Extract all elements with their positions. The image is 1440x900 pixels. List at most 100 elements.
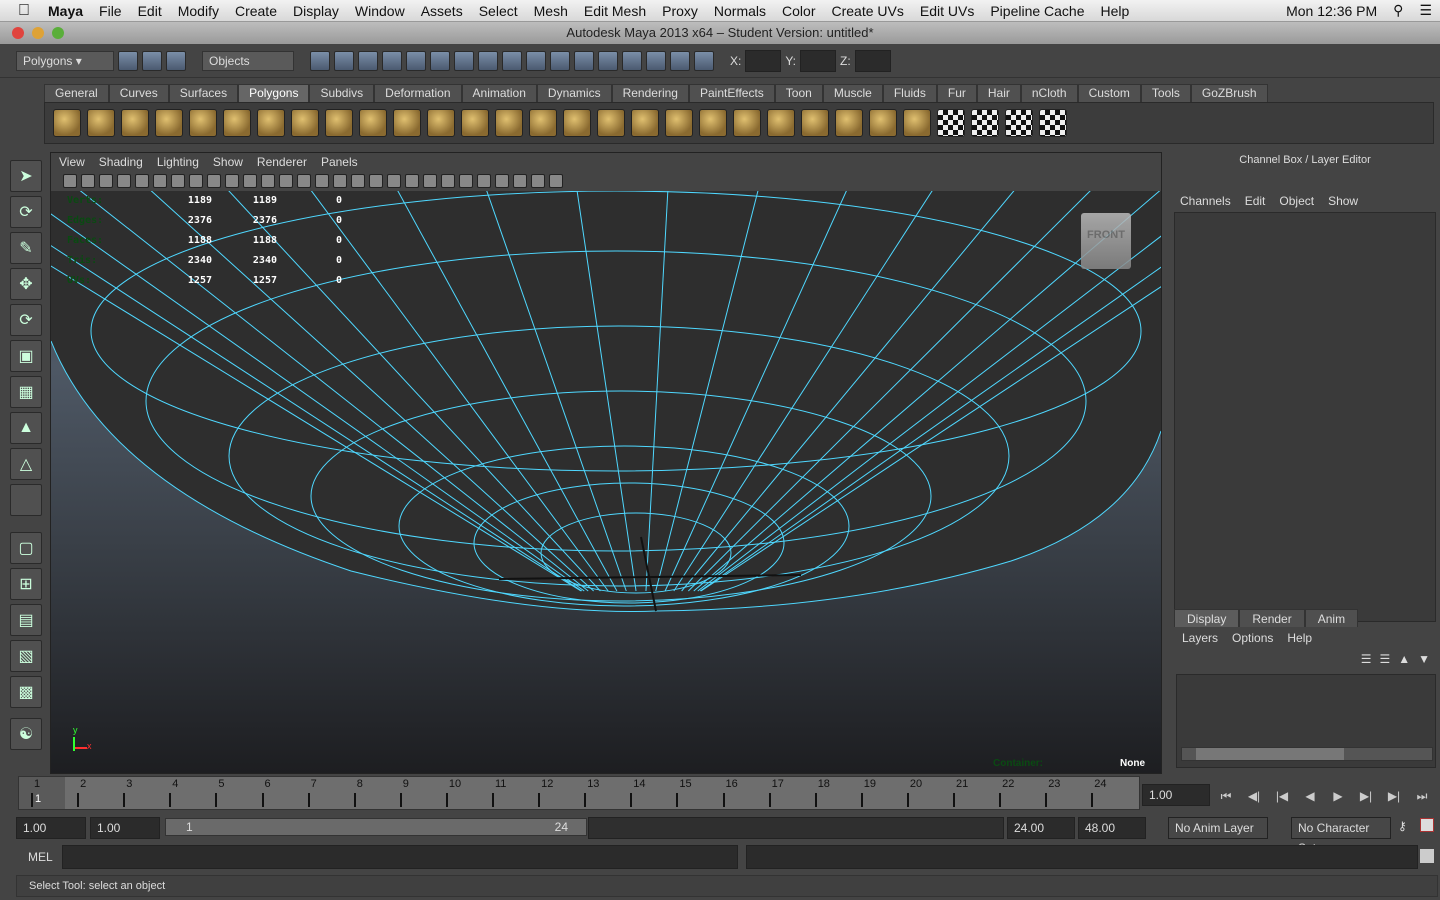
menu-display[interactable]: Display — [285, 3, 347, 19]
channel-box-menu-edit[interactable]: Edit — [1245, 194, 1266, 208]
panel-toolbar-icon[interactable] — [189, 174, 203, 188]
apple-icon[interactable]:  — [0, 2, 40, 20]
panel-toolbar-icon[interactable] — [315, 174, 329, 188]
single-pane-layout-icon[interactable]: ▢ — [10, 532, 42, 564]
script-editor-button[interactable] — [1420, 849, 1434, 863]
shelf-tool-icon[interactable] — [427, 109, 455, 137]
script-editor-icon[interactable]: ☯ — [10, 718, 42, 750]
shelf-tab-fur[interactable]: Fur — [936, 84, 977, 102]
playback-end-field[interactable]: 24.00 — [1007, 817, 1075, 839]
shelf-tool-icon[interactable] — [733, 109, 761, 137]
panel-toolbar-icon[interactable] — [441, 174, 455, 188]
shelf-tool-icon[interactable] — [189, 109, 217, 137]
menu-create-uvs[interactable]: Create UVs — [824, 3, 912, 19]
play-backwards-button[interactable]: ◀ — [1302, 789, 1318, 803]
shelf-tool-icon[interactable] — [835, 109, 863, 137]
menu-window[interactable]: Window — [347, 3, 413, 19]
panel-toolbar-icon[interactable] — [117, 174, 131, 188]
panel-toolbar-icon[interactable] — [297, 174, 311, 188]
panel-toolbar-icon[interactable] — [549, 174, 563, 188]
panel-menu-renderer[interactable]: Renderer — [257, 153, 307, 171]
graph-layout-icon[interactable]: ▧ — [10, 640, 42, 672]
shelf-tool-icon[interactable] — [665, 109, 693, 137]
new-layer-selected-icon[interactable]: ☰ — [1379, 652, 1390, 666]
layer-menu-help[interactable]: Help — [1287, 631, 1312, 645]
app-menu[interactable]: Maya — [40, 3, 91, 19]
move-up-layer-icon[interactable]: ▲ — [1398, 652, 1410, 666]
select-tool-icon[interactable]: ➤ — [10, 160, 42, 192]
shelf-tool-icon[interactable] — [393, 109, 421, 137]
menu-mesh[interactable]: Mesh — [526, 3, 576, 19]
shelf-tab-tools[interactable]: Tools — [1140, 84, 1191, 102]
view-cube[interactable]: FRONT — [1081, 213, 1131, 269]
minimize-button[interactable] — [32, 27, 44, 39]
go-to-start-button[interactable]: ⏮ — [1218, 789, 1234, 803]
step-back-frame-button[interactable]: ◀| — [1246, 789, 1262, 803]
shelf-tab-surfaces[interactable]: Surfaces — [168, 84, 239, 102]
zoom-button[interactable] — [52, 27, 64, 39]
panel-toolbar-icon[interactable] — [351, 174, 365, 188]
spotlight-icon[interactable]: ⚲ — [1385, 2, 1411, 19]
panel-toolbar-icon[interactable] — [171, 174, 185, 188]
close-button[interactable] — [12, 27, 24, 39]
shelf-tool-icon[interactable] — [291, 109, 319, 137]
shelf-tab-fluids[interactable]: Fluids — [882, 84, 937, 102]
shelf-tab-muscle[interactable]: Muscle — [822, 84, 883, 102]
ipr-render-icon[interactable] — [550, 50, 570, 71]
channel-box-menu-show[interactable]: Show — [1328, 194, 1358, 208]
new-scene-icon[interactable] — [118, 50, 138, 71]
menu-pipeline-cache[interactable]: Pipeline Cache — [982, 3, 1092, 19]
auto-key-icon[interactable]: ⚷ — [1398, 819, 1407, 833]
paint-select-icon[interactable]: ✎ — [10, 232, 42, 264]
last-tool-icon[interactable] — [10, 484, 42, 516]
menu-color[interactable]: Color — [774, 3, 823, 19]
panel-toolbar-icon[interactable] — [387, 174, 401, 188]
snap-grid-icon[interactable] — [382, 50, 402, 71]
show-hypershade-icon[interactable] — [598, 50, 618, 71]
list-icon[interactable]: ☰ — [1411, 2, 1440, 19]
step-forward-key-button[interactable]: ▶| — [1358, 789, 1374, 803]
shelf-tool-icon[interactable] — [325, 109, 353, 137]
shelf-tool-icon[interactable] — [495, 109, 523, 137]
shelf-tab-rendering[interactable]: Rendering — [611, 84, 689, 102]
menu-select[interactable]: Select — [471, 3, 526, 19]
shelf-tab-painteffects[interactable]: PaintEffects — [688, 84, 775, 102]
menu-edit[interactable]: Edit — [130, 3, 170, 19]
menu-edit-uvs[interactable]: Edit UVs — [912, 3, 982, 19]
menu-assets[interactable]: Assets — [413, 3, 471, 19]
panel-toolbar-icon[interactable] — [243, 174, 257, 188]
anim-layer-dropdown[interactable]: No Anim Layer — [1168, 817, 1268, 839]
shelf-tool-icon[interactable] — [597, 109, 625, 137]
select-hierarchy-icon[interactable] — [310, 50, 330, 71]
layer-tab-display[interactable]: Display — [1174, 609, 1240, 627]
panel-toolbar-icon[interactable] — [333, 174, 347, 188]
panel-toolbar-icon[interactable] — [63, 174, 77, 188]
shelf-tool-icon[interactable] — [971, 109, 999, 137]
shelf-tool-icon[interactable] — [1039, 109, 1067, 137]
soft-mod-icon[interactable]: ▲ — [10, 412, 42, 444]
move-down-layer-icon[interactable]: ▼ — [1418, 652, 1430, 666]
lasso-tool-icon[interactable]: ⟳ — [10, 196, 42, 228]
shelf-tool-icon[interactable] — [223, 109, 251, 137]
menu-modify[interactable]: Modify — [170, 3, 227, 19]
panel-menu-view[interactable]: View — [59, 153, 85, 171]
start-time-field[interactable]: 1.00 — [16, 817, 86, 839]
panel-toolbar-icon[interactable] — [531, 174, 545, 188]
panel-menu-show[interactable]: Show — [213, 153, 243, 171]
go-to-end-button[interactable]: ⏭ — [1414, 789, 1430, 803]
shelf-tool-icon[interactable] — [53, 109, 81, 137]
menu-create[interactable]: Create — [227, 3, 285, 19]
layer-menu-layers[interactable]: Layers — [1182, 631, 1218, 645]
shelf-tab-dynamics[interactable]: Dynamics — [536, 84, 612, 102]
command-input[interactable] — [62, 845, 738, 869]
render-frame-icon[interactable] — [526, 50, 546, 71]
shelf-tool-icon[interactable] — [801, 109, 829, 137]
panel-toolbar-icon[interactable] — [369, 174, 383, 188]
shelf-tool-icon[interactable] — [767, 109, 795, 137]
layer-tab-anim[interactable]: Anim — [1304, 609, 1359, 627]
channel-box-toggle-icon[interactable] — [694, 50, 714, 71]
shelf-tab-hair[interactable]: Hair — [976, 84, 1021, 102]
attribute-editor-icon[interactable] — [646, 50, 666, 71]
new-layer-icon[interactable]: ☰ — [1361, 652, 1372, 666]
shelf-tool-icon[interactable] — [155, 109, 183, 137]
